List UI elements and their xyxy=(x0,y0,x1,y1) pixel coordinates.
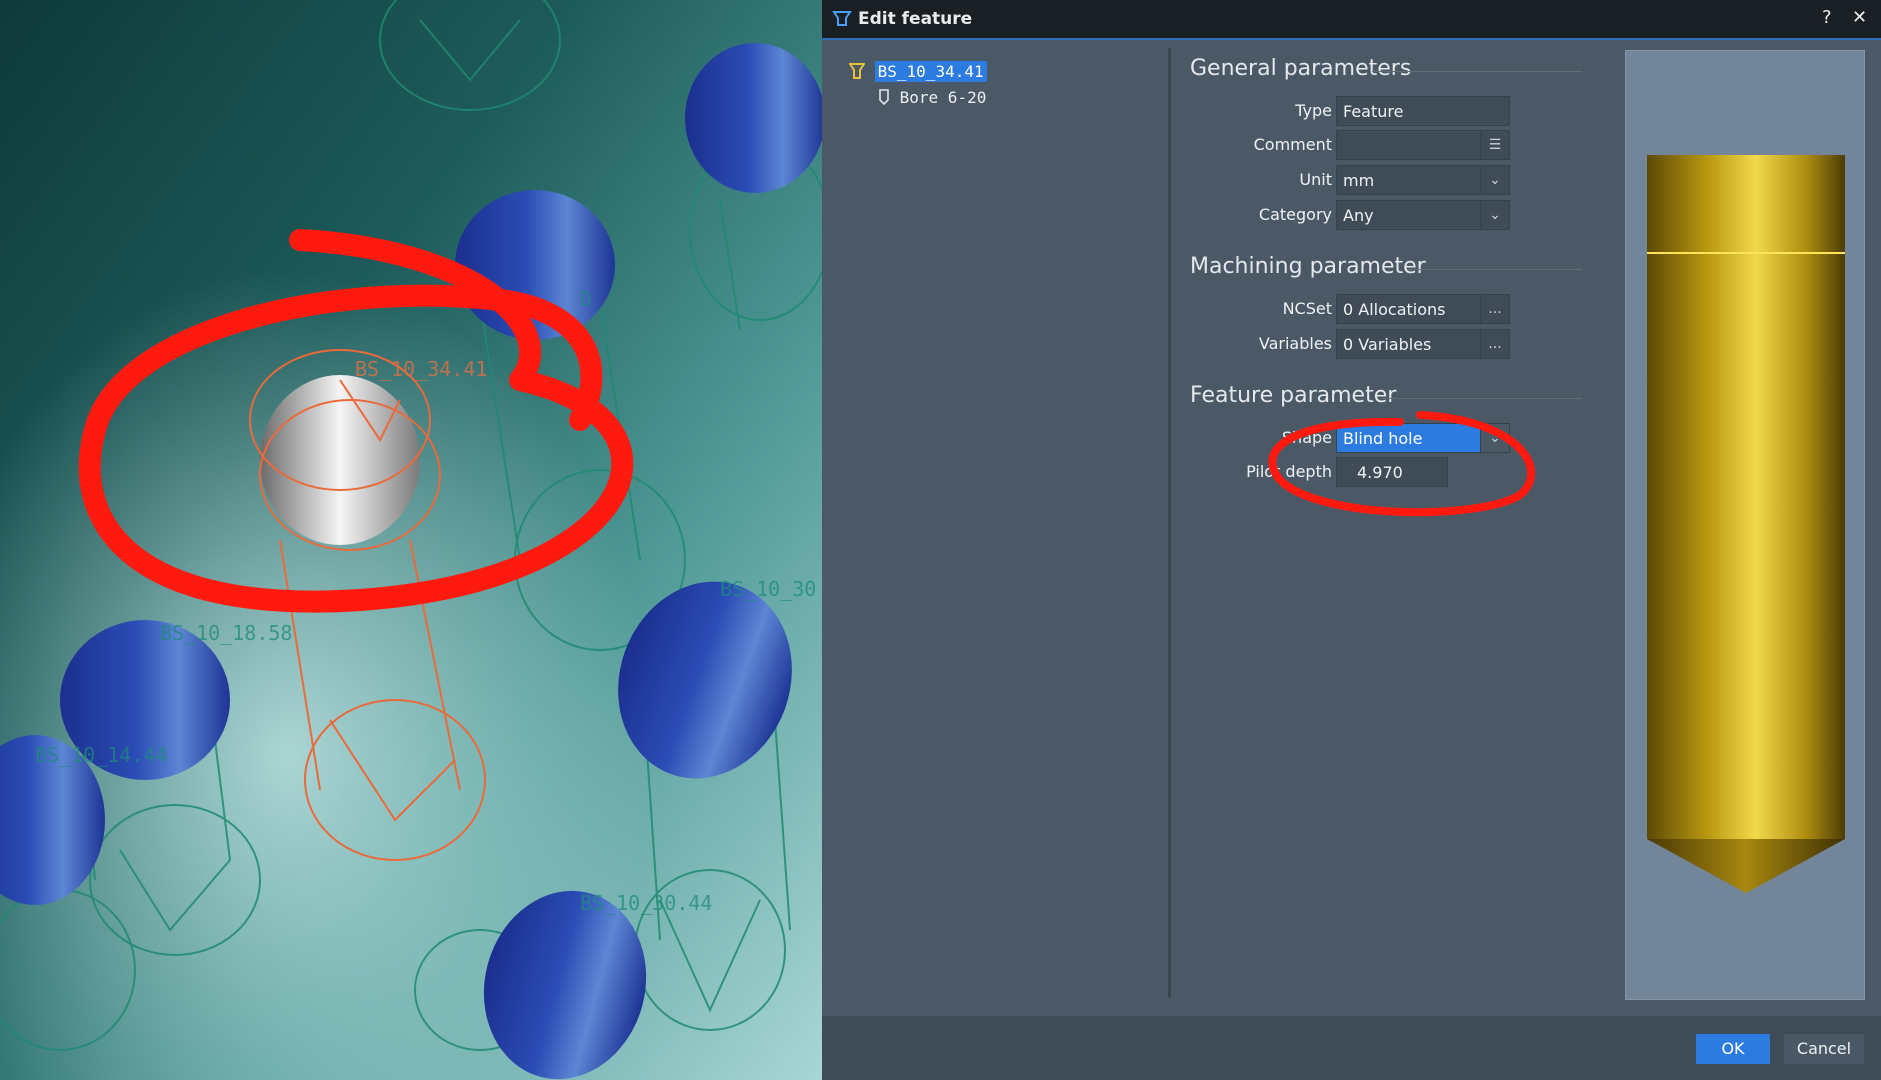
tree-item-root[interactable]: BS_10_34.41 xyxy=(848,61,987,82)
tool-tip xyxy=(1647,839,1845,893)
dialog-titlebar[interactable]: Edit feature ? ✕ xyxy=(822,0,1881,40)
type-field: Feature xyxy=(1336,96,1510,126)
cancel-button[interactable]: Cancel xyxy=(1784,1034,1864,1064)
variables-label: Variables xyxy=(1258,334,1332,353)
type-label: Type xyxy=(1295,101,1332,120)
shape-label: Shape xyxy=(1281,428,1332,447)
feature-label: BS_10_30.44 xyxy=(580,891,712,915)
section-title-feature: Feature parameter xyxy=(1190,383,1397,408)
feature-label: D xyxy=(580,287,592,311)
unit-select[interactable]: mm ⌄ xyxy=(1336,165,1510,195)
feature-tree: BS_10_34.41 Bore 6-20 ‹ › xyxy=(822,40,1170,1038)
panel-splitter[interactable] xyxy=(1168,48,1171,998)
category-label: Category xyxy=(1258,205,1332,224)
feature-icon xyxy=(848,63,866,79)
tree-item-label: Bore 6-20 xyxy=(899,88,987,107)
ellipsis-icon[interactable]: ... xyxy=(1480,295,1509,323)
bore-icon xyxy=(879,89,889,106)
tool-preview xyxy=(1625,50,1865,1000)
hole-face xyxy=(455,190,615,340)
ncset-label: NCSet xyxy=(1282,299,1332,318)
edit-feature-dialog: Edit feature ? ✕ BS_10_34.41 Bore 6-20 ‹… xyxy=(822,0,1881,1080)
comment-menu-icon[interactable]: ☰ xyxy=(1480,131,1509,159)
ncset-field[interactable]: 0 Allocations ... xyxy=(1336,294,1510,324)
chevron-down-icon[interactable]: ⌄ xyxy=(1480,201,1509,229)
chevron-down-icon[interactable]: ⌄ xyxy=(1480,424,1509,452)
feature-label: BS_10_18.58 xyxy=(160,621,292,645)
feature-icon xyxy=(832,11,852,26)
3d-viewport[interactable]: BS_10_34.41 BS_10_18.58 BS_10_14.44 BS_1… xyxy=(0,0,822,1080)
unit-label: Unit xyxy=(1299,170,1332,189)
tool-body xyxy=(1647,155,1845,839)
section-title-general: General parameters xyxy=(1190,56,1412,81)
variables-field[interactable]: 0 Variables ... xyxy=(1336,329,1510,359)
dialog-footer: OK Cancel xyxy=(822,1016,1881,1080)
ok-button[interactable]: OK xyxy=(1696,1034,1770,1064)
comment-label: Comment xyxy=(1253,135,1332,154)
dialog-title: Edit feature xyxy=(858,9,973,29)
hole-face xyxy=(685,43,822,193)
feature-label: BS_10_34.41 xyxy=(355,357,487,381)
pilot-depth-input[interactable]: 4.970 xyxy=(1336,457,1448,487)
comment-field[interactable]: ☰ xyxy=(1336,130,1510,160)
tree-item-bore[interactable]: Bore 6-20 xyxy=(878,88,986,107)
chevron-down-icon[interactable]: ⌄ xyxy=(1480,166,1509,194)
ellipsis-icon[interactable]: ... xyxy=(1480,330,1509,358)
close-button[interactable]: ✕ xyxy=(1852,7,1867,28)
feature-label: BS_10_14.44 xyxy=(35,743,167,767)
section-title-machining: Machining parameter xyxy=(1190,254,1426,279)
parameters-panel: General parameters Type Feature Comment … xyxy=(1182,40,1632,1000)
help-button[interactable]: ? xyxy=(1822,7,1832,28)
category-select[interactable]: Any ⌄ xyxy=(1336,200,1510,230)
shape-select[interactable]: Blind hole ⌄ xyxy=(1336,423,1510,453)
feature-label: BS_10_30 xyxy=(720,577,816,601)
tree-item-label: BS_10_34.41 xyxy=(874,61,987,82)
pilot-depth-label: Pilot depth xyxy=(1246,462,1332,481)
